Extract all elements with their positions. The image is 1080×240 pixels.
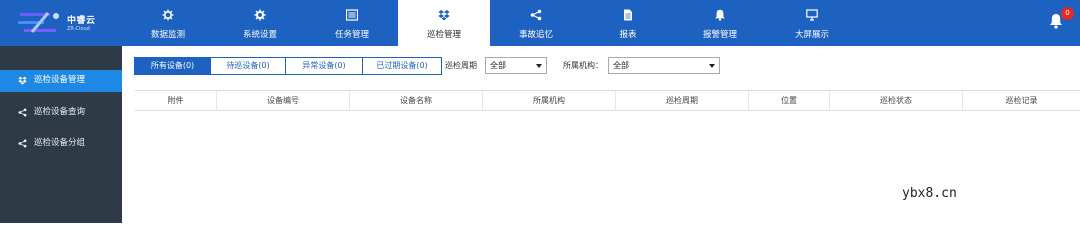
nav-label: 系统设置	[242, 30, 277, 40]
monitor-icon	[806, 9, 818, 21]
tab-expired-devices[interactable]: 已过期设备(0)	[362, 57, 442, 75]
nav-label: 事故追忆	[518, 30, 553, 40]
period-filter-label: 巡检周期	[445, 61, 477, 70]
org-select-value: 全部	[613, 61, 629, 70]
file-icon	[624, 9, 632, 21]
column-header-organization[interactable]: 所属机构	[483, 91, 616, 111]
gear-cluster-icon	[162, 9, 174, 21]
nav-label: 任务管理	[334, 30, 369, 40]
sidebar-item-label: 巡检设备查询	[34, 107, 86, 117]
column-header-device-name[interactable]: 设备名称	[350, 91, 483, 111]
device-table-header: 附件 设备编号 设备名称 所属机构 巡检周期 位置 巡检状态 巡检记录	[135, 90, 1080, 111]
org-filter-label: 所属机构：	[563, 61, 603, 70]
nav-label: 报表	[619, 30, 637, 40]
sidebar: 巡检设备管理 巡检设备查询 巡检设备分组	[0, 46, 122, 223]
gear-icon	[254, 9, 266, 21]
share-icon	[530, 9, 542, 21]
list-icon	[346, 9, 358, 21]
share-icon	[18, 108, 27, 117]
nav-item-task-management[interactable]: 任务管理	[306, 0, 398, 46]
logo-mark-icon	[18, 12, 59, 33]
sidebar-item-device-query[interactable]: 巡检设备查询	[0, 102, 122, 124]
share-icon	[18, 139, 27, 148]
watermark-text: ybx8.cn	[902, 186, 957, 201]
bell-icon	[715, 9, 725, 21]
sidebar-item-label: 巡检设备管理	[34, 75, 86, 85]
nav-item-alarm-management[interactable]: 报警管理	[674, 0, 766, 46]
tab-all-devices[interactable]: 所有设备(0)	[134, 57, 211, 75]
brand-name: 中睿云	[67, 16, 96, 26]
brand-logo[interactable]: 中睿云 ZR-Cloud	[18, 8, 118, 38]
column-header-inspection-record[interactable]: 巡检记录	[963, 91, 1080, 111]
sidebar-item-label: 巡检设备分组	[34, 138, 86, 148]
nav-label: 大屏展示	[794, 30, 829, 40]
dropbox-icon	[18, 76, 27, 85]
tab-pending-devices[interactable]: 待巡设备(0)	[210, 57, 286, 75]
sidebar-item-device-management[interactable]: 巡检设备管理	[0, 70, 122, 92]
nav-item-system-settings[interactable]: 系统设置	[214, 0, 306, 46]
period-select[interactable]: 全部	[485, 57, 547, 74]
nav-item-big-screen[interactable]: 大屏展示	[766, 0, 858, 46]
column-header-location[interactable]: 位置	[749, 91, 830, 111]
chevron-down-icon	[536, 64, 542, 68]
tab-abnormal-devices[interactable]: 异常设备(0)	[285, 57, 363, 75]
column-header-device-number[interactable]: 设备编号	[217, 91, 350, 111]
notification-count-badge: 0	[1061, 7, 1074, 20]
org-select[interactable]: 全部	[608, 57, 720, 74]
chevron-down-icon	[709, 64, 715, 68]
nav-item-incident-recall[interactable]: 事故追忆	[490, 0, 582, 46]
brand-subtitle: ZR-Cloud	[67, 26, 90, 32]
nav-item-data-monitoring[interactable]: 数据监测	[122, 0, 214, 46]
column-header-inspection-period[interactable]: 巡检周期	[616, 91, 749, 111]
nav-item-inspection-management[interactable]: 巡检管理	[398, 0, 490, 46]
nav-item-reports[interactable]: 报表	[582, 0, 674, 46]
nav-label: 报警管理	[702, 30, 737, 40]
nav-label: 数据监测	[150, 30, 185, 40]
dropbox-icon	[438, 10, 450, 21]
top-navigation-bar: 中睿云 ZR-Cloud 数据监测 系统设置 任务管理 巡检管理 事故追忆 报表…	[0, 0, 1080, 46]
column-header-attachment[interactable]: 附件	[135, 91, 217, 111]
sidebar-item-device-group[interactable]: 巡检设备分组	[0, 133, 122, 155]
period-select-value: 全部	[490, 61, 506, 70]
column-header-inspection-status[interactable]: 巡检状态	[830, 91, 963, 111]
nav-label: 巡检管理	[426, 30, 461, 40]
